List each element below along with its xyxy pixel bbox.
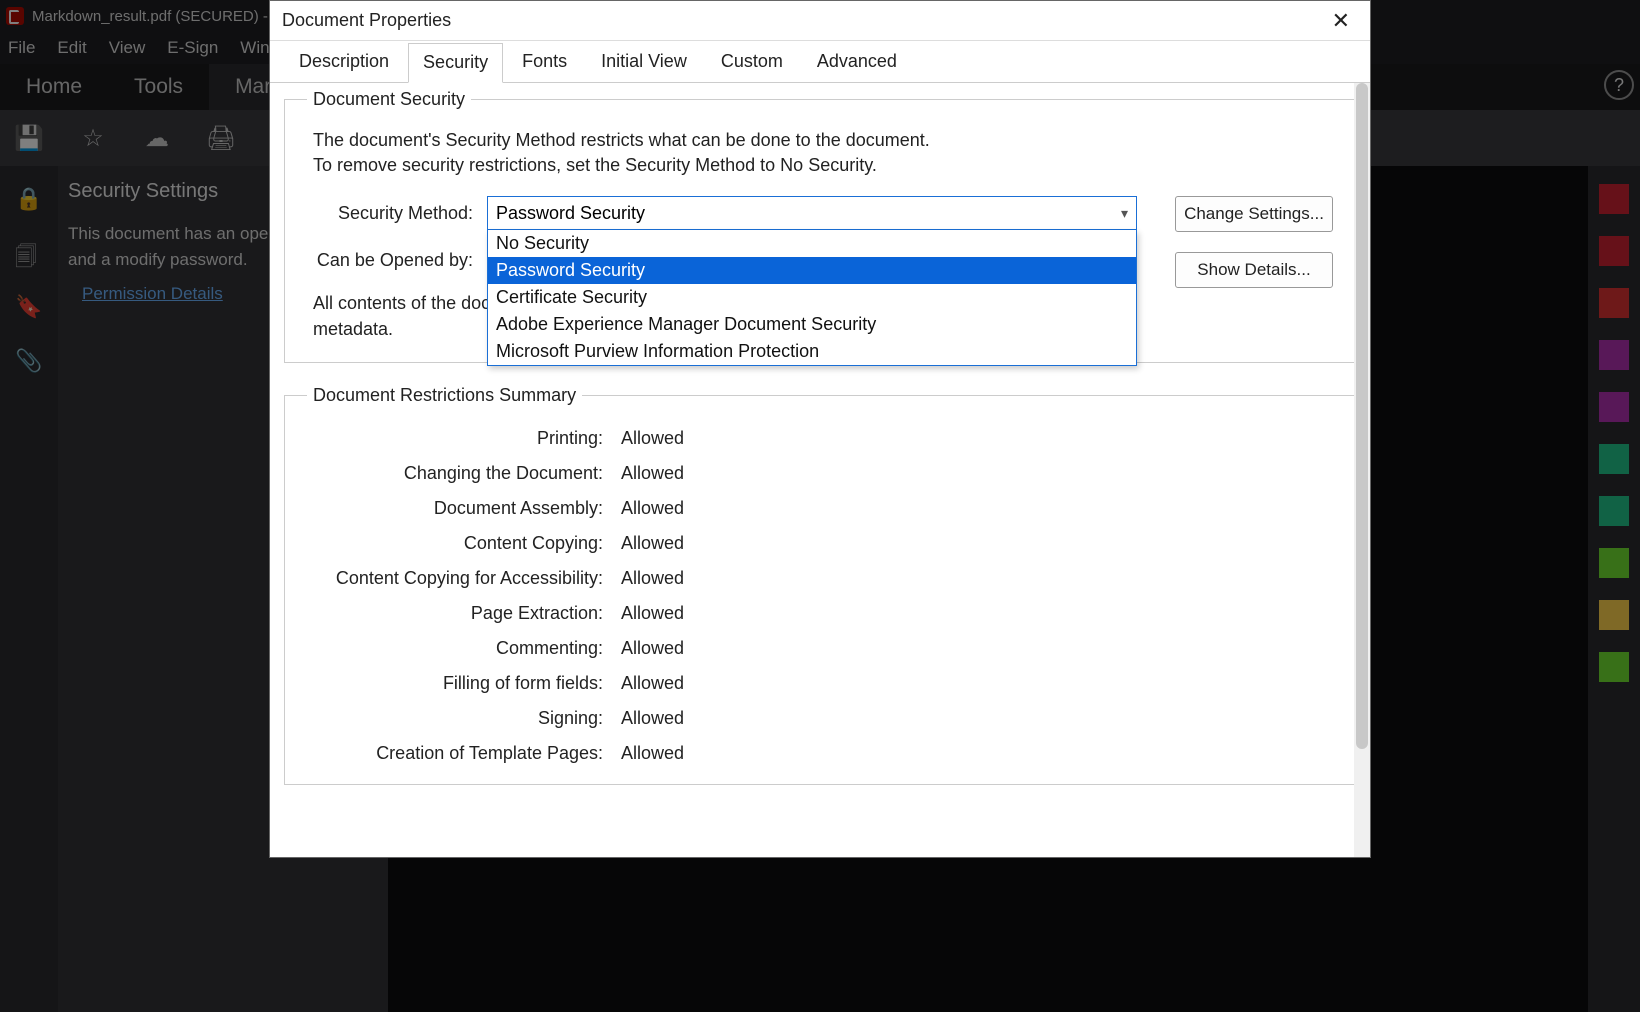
tool-icon[interactable] xyxy=(1599,496,1629,526)
dialog-tabs: Description Security Fonts Initial View … xyxy=(270,41,1370,83)
restriction-key: Creation of Template Pages: xyxy=(323,743,603,764)
tab-home[interactable]: Home xyxy=(0,64,108,110)
restriction-value: Allowed xyxy=(621,533,1333,554)
print-icon[interactable]: 🖨 xyxy=(206,123,236,153)
restriction-value: Allowed xyxy=(621,568,1333,589)
restriction-key: Page Extraction: xyxy=(323,603,603,624)
security-method-value: Password Security xyxy=(496,203,645,224)
menu-view[interactable]: View xyxy=(109,38,146,58)
tab-fonts[interactable]: Fonts xyxy=(507,42,582,82)
restrictions-legend: Document Restrictions Summary xyxy=(307,385,582,406)
show-details-button[interactable]: Show Details... xyxy=(1175,252,1333,288)
restriction-value: Allowed xyxy=(621,638,1333,659)
option-purview-security[interactable]: Microsoft Purview Information Protection xyxy=(488,338,1136,365)
restriction-value: Allowed xyxy=(621,428,1333,449)
restriction-key: Content Copying for Accessibility: xyxy=(323,568,603,589)
security-method-label: Security Method: xyxy=(307,203,487,224)
tool-icon[interactable] xyxy=(1599,288,1629,318)
attachment-icon[interactable]: 📎 xyxy=(15,348,43,376)
close-icon[interactable]: ✕ xyxy=(1324,4,1358,38)
document-security-fieldset: Document Security The document's Securit… xyxy=(284,89,1356,363)
scrollbar-thumb[interactable] xyxy=(1356,83,1368,749)
acrobat-logo-icon xyxy=(6,7,24,25)
save-icon[interactable]: 💾 xyxy=(14,123,44,153)
restriction-value: Allowed xyxy=(621,743,1333,764)
pages-icon[interactable]: 🗐 xyxy=(15,240,43,268)
security-method-dropdown: No Security Password Security Certificat… xyxy=(487,230,1137,366)
security-method-select[interactable]: Password Security ▾ xyxy=(487,196,1137,230)
change-settings-button[interactable]: Change Settings... xyxy=(1175,196,1333,232)
restriction-key: Printing: xyxy=(323,428,603,449)
permission-details-link[interactable]: Permission Details xyxy=(82,284,223,304)
restriction-key: Filling of form fields: xyxy=(323,673,603,694)
tool-icon[interactable] xyxy=(1599,392,1629,422)
menu-file[interactable]: File xyxy=(8,38,35,58)
tool-icon[interactable] xyxy=(1599,184,1629,214)
tab-description[interactable]: Description xyxy=(284,42,404,82)
restriction-key: Commenting: xyxy=(323,638,603,659)
menu-esign[interactable]: E-Sign xyxy=(167,38,218,58)
restriction-key: Content Copying: xyxy=(323,533,603,554)
help-icon[interactable]: ? xyxy=(1604,70,1634,100)
option-no-security[interactable]: No Security xyxy=(488,230,1136,257)
tool-icon[interactable] xyxy=(1599,340,1629,370)
document-properties-dialog: Document Properties ✕ Description Securi… xyxy=(269,0,1371,858)
chevron-down-icon: ▾ xyxy=(1121,205,1128,222)
dialog-title: Document Properties xyxy=(282,10,451,31)
tool-icon[interactable] xyxy=(1599,548,1629,578)
option-aem-security[interactable]: Adobe Experience Manager Document Securi… xyxy=(488,311,1136,338)
security-intro-text: The document's Security Method restricts… xyxy=(313,128,953,178)
document-security-legend: Document Security xyxy=(307,89,471,110)
option-certificate-security[interactable]: Certificate Security xyxy=(488,284,1136,311)
cloud-upload-icon[interactable]: ☁ xyxy=(142,123,172,153)
tab-advanced[interactable]: Advanced xyxy=(802,42,912,82)
tab-custom[interactable]: Custom xyxy=(706,42,798,82)
restriction-value: Allowed xyxy=(621,673,1333,694)
window-title: Markdown_result.pdf (SECURED) - A xyxy=(32,8,281,25)
bookmark-icon[interactable]: 🔖 xyxy=(15,294,43,322)
restriction-key: Signing: xyxy=(323,708,603,729)
opened-by-label: Can be Opened by: xyxy=(307,250,487,271)
option-password-security[interactable]: Password Security xyxy=(488,257,1136,284)
star-icon[interactable]: ☆ xyxy=(78,123,108,153)
lock-icon[interactable]: 🔒 xyxy=(15,186,43,214)
restriction-value: Allowed xyxy=(621,498,1333,519)
tool-icon[interactable] xyxy=(1599,236,1629,266)
tab-initial-view[interactable]: Initial View xyxy=(586,42,702,82)
right-tool-rail xyxy=(1588,166,1640,1012)
tab-security[interactable]: Security xyxy=(408,43,503,83)
restriction-key: Document Assembly: xyxy=(323,498,603,519)
restriction-value: Allowed xyxy=(621,463,1333,484)
tool-icon[interactable] xyxy=(1599,652,1629,682)
restriction-value: Allowed xyxy=(621,603,1333,624)
tool-icon[interactable] xyxy=(1599,444,1629,474)
restrictions-fieldset: Document Restrictions Summary Printing: A… xyxy=(284,385,1356,785)
menu-edit[interactable]: Edit xyxy=(57,38,86,58)
dialog-scrollbar[interactable] xyxy=(1354,83,1370,857)
tab-tools[interactable]: Tools xyxy=(108,64,209,110)
tool-icon[interactable] xyxy=(1599,600,1629,630)
left-rail: 🔒 🗐 🔖 📎 xyxy=(0,166,58,1012)
restriction-value: Allowed xyxy=(621,708,1333,729)
restriction-key: Changing the Document: xyxy=(323,463,603,484)
